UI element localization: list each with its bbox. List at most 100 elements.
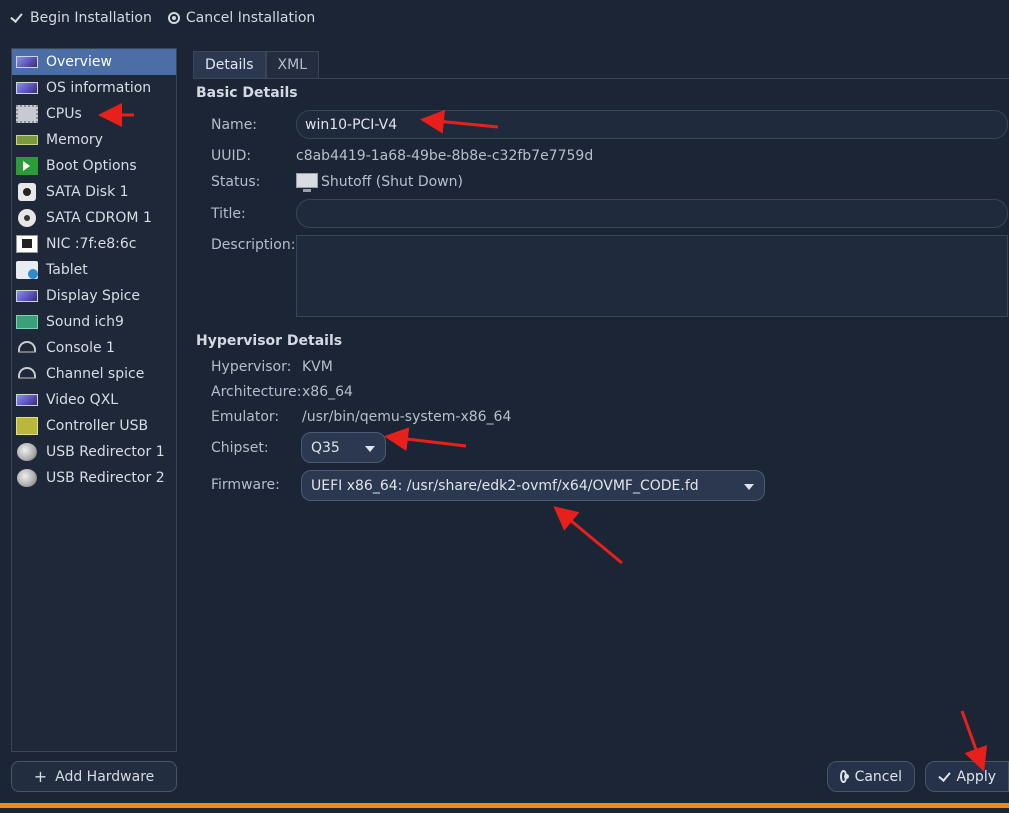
- usb-redirector-icon: [17, 469, 37, 487]
- chipset-label: Chipset:: [211, 440, 269, 456]
- memory-icon: [16, 135, 38, 145]
- sidebar-item-usb-redirector-1[interactable]: USB Redirector 1: [12, 439, 176, 465]
- sidebar-item-os-information[interactable]: OS information: [12, 75, 176, 101]
- sidebar-item-display-spice[interactable]: Display Spice: [12, 283, 176, 309]
- sidebar-item-label: Tablet: [46, 262, 88, 278]
- sidebar-item-label: Display Spice: [46, 288, 141, 304]
- sidebar-item-console-1[interactable]: Console 1: [12, 335, 176, 361]
- sidebar-item-label: Sound ich9: [46, 314, 124, 330]
- sidebar-item-sata-disk-1[interactable]: SATA Disk 1: [12, 179, 176, 205]
- status-label: Status:: [211, 174, 261, 190]
- sidebar-item-label: Video QXL: [46, 392, 119, 408]
- sidebar-item-label: SATA CDROM 1: [46, 210, 152, 226]
- add-hardware-label: Add Hardware: [55, 768, 155, 785]
- begin-installation-button[interactable]: Begin Installation: [0, 3, 160, 33]
- stop-icon: [167, 12, 180, 24]
- sidebar-item-label: NIC :7f:e8:6c: [46, 236, 137, 252]
- description-textarea[interactable]: [296, 235, 1008, 317]
- name-field[interactable]: win10-PCI-V4: [296, 110, 1008, 139]
- sidebar-item-video-qxl[interactable]: Video QXL: [12, 387, 176, 413]
- sidebar-item-overview[interactable]: Overview: [12, 49, 176, 75]
- hypervisor-details-title: Hypervisor Details: [196, 333, 343, 349]
- emulator-label: Emulator:: [211, 409, 280, 425]
- cancel-icon: [840, 770, 849, 783]
- usb-redirector-icon: [17, 443, 37, 461]
- tablet-icon: [16, 261, 38, 279]
- sidebar-item-label: USB Redirector 2: [46, 470, 165, 486]
- chevron-down-icon: [744, 484, 754, 490]
- tab-xml[interactable]: XML: [265, 51, 320, 78]
- tab-details[interactable]: Details: [193, 51, 266, 78]
- cancel-button[interactable]: Cancel: [827, 761, 915, 792]
- description-label: Description:: [211, 237, 296, 253]
- title-label: Title:: [211, 206, 246, 222]
- hypervisor-value: KVM: [302, 359, 333, 375]
- shutoff-monitor-icon: [296, 173, 318, 192]
- uuid-value: c8ab4419-1a68-49be-8b8e-c32fb7e7759d: [296, 148, 594, 164]
- sidebar-item-tablet[interactable]: Tablet: [12, 257, 176, 283]
- accent-bar: [0, 803, 1009, 808]
- video-icon: [16, 394, 38, 406]
- hardware-list: Overview OS information CPUs Memory Boot…: [11, 48, 177, 752]
- boot-icon: [16, 157, 38, 175]
- display-icon: [16, 290, 38, 302]
- monitor-icon: [16, 56, 38, 68]
- cancel-installation-label: Cancel Installation: [185, 10, 316, 26]
- apply-button[interactable]: Apply: [925, 761, 1009, 792]
- sidebar-item-label: CPUs: [46, 106, 82, 122]
- sidebar-item-usb-redirector-2[interactable]: USB Redirector 2: [12, 465, 176, 491]
- chipset-value: Q35: [311, 439, 340, 456]
- sidebar-item-label: Channel spice: [46, 366, 145, 382]
- uuid-label: UUID:: [211, 148, 252, 164]
- nic-icon: [16, 235, 38, 253]
- sidebar-item-label: Overview: [46, 54, 112, 70]
- sidebar-item-memory[interactable]: Memory: [12, 127, 176, 153]
- usb-controller-icon: [16, 417, 38, 435]
- cancel-label: Cancel: [854, 768, 902, 785]
- sidebar-item-label: OS information: [46, 80, 152, 96]
- sidebar-item-sata-cdrom-1[interactable]: SATA CDROM 1: [12, 205, 176, 231]
- architecture-label: Architecture:: [211, 384, 302, 400]
- arrow-to-apply: [960, 710, 988, 772]
- sidebar-item-controller-usb[interactable]: Controller USB: [12, 413, 176, 439]
- channel-icon: [16, 365, 38, 383]
- sidebar-item-sound-ich9[interactable]: Sound ich9: [12, 309, 176, 335]
- sidebar-item-boot-options[interactable]: Boot Options: [12, 153, 176, 179]
- toolbar: Begin Installation Cancel Installation: [0, 0, 1009, 36]
- cancel-installation-button[interactable]: Cancel Installation: [160, 3, 323, 33]
- tab-bar: Details XML: [193, 51, 320, 78]
- disk-icon: [18, 183, 36, 201]
- sidebar-item-channel-spice[interactable]: Channel spice: [12, 361, 176, 387]
- vm-details-window: Begin Installation Cancel Installation O…: [0, 0, 1009, 813]
- begin-installation-label: Begin Installation: [30, 10, 152, 26]
- sidebar-item-label: Controller USB: [46, 418, 149, 434]
- chevron-down-icon: [365, 446, 375, 452]
- add-hardware-button[interactable]: + Add Hardware: [11, 761, 177, 792]
- emulator-value: /usr/bin/qemu-system-x86_64: [302, 409, 512, 425]
- tab-divider: [193, 78, 1009, 79]
- sidebar-item-label: Memory: [46, 132, 103, 148]
- sidebar-item-label: USB Redirector 1: [46, 444, 165, 460]
- sidebar-item-cpus[interactable]: CPUs: [12, 101, 176, 127]
- firmware-value: UEFI x86_64: /usr/share/edk2-ovmf/x64/OV…: [311, 477, 699, 494]
- firmware-label: Firmware:: [211, 477, 280, 493]
- cdrom-icon: [18, 209, 36, 227]
- console-icon: [16, 339, 38, 357]
- monitor-icon: [16, 82, 38, 94]
- status-value: Shutoff (Shut Down): [321, 174, 463, 190]
- name-label: Name:: [211, 117, 258, 133]
- sidebar-item-label: Boot Options: [46, 158, 137, 174]
- title-field[interactable]: [296, 199, 1008, 228]
- chipset-select[interactable]: Q35: [301, 432, 386, 463]
- arrow-to-chipset: [384, 427, 467, 452]
- check-icon: [10, 11, 24, 25]
- firmware-select[interactable]: UEFI x86_64: /usr/share/edk2-ovmf/x64/OV…: [301, 470, 765, 501]
- arrow-to-firmware: [553, 506, 623, 565]
- cpu-icon: [16, 105, 38, 123]
- sidebar-item-label: SATA Disk 1: [46, 184, 129, 200]
- sound-icon: [16, 315, 38, 329]
- sidebar-item-label: Console 1: [46, 340, 115, 356]
- sidebar-item-nic[interactable]: NIC :7f:e8:6c: [12, 231, 176, 257]
- plus-icon: +: [33, 766, 48, 786]
- architecture-value: x86_64: [302, 384, 353, 400]
